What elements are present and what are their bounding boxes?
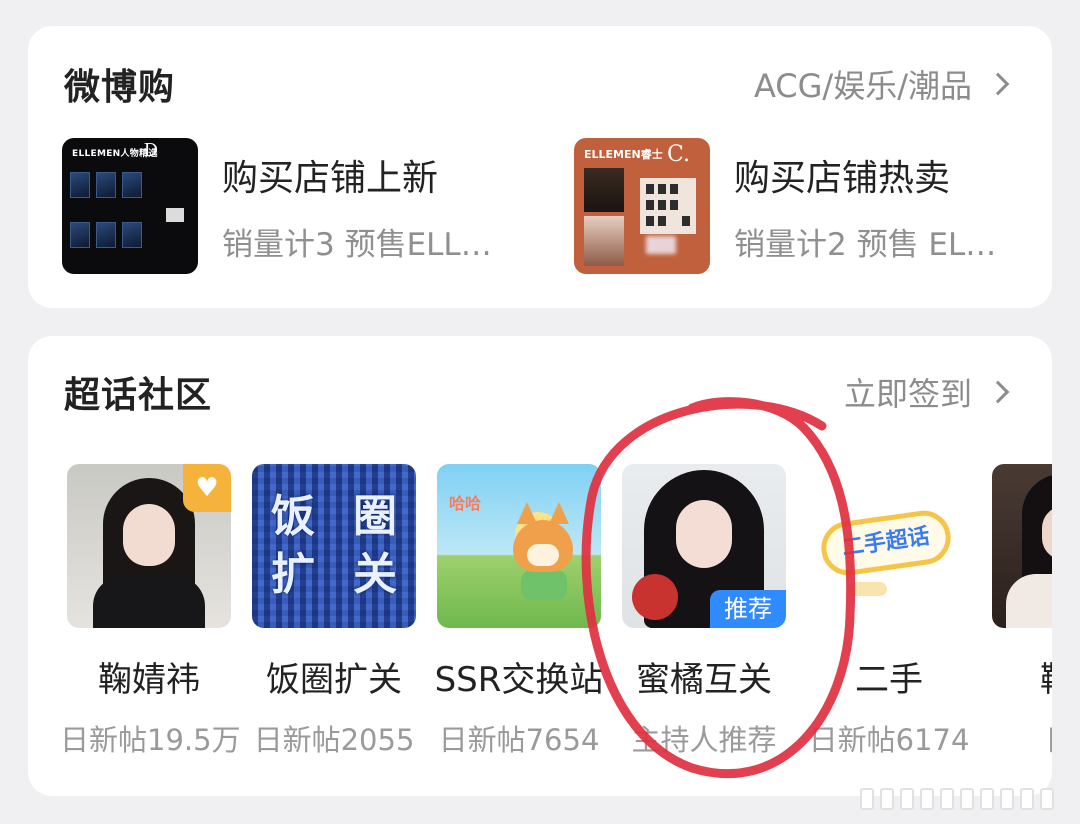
shop-item-subtitle: 销量计3 预售ELL… (222, 226, 492, 263)
weibo-shop-card: 微博购 ACG/娱乐/潮品 ELLEMEN人物精选 D 购买店铺上新 销量计3 … (28, 26, 1052, 308)
shop-item-title: 购买店铺上新 (222, 157, 439, 199)
super-topic-title: 超话社区 (64, 375, 213, 416)
chevron-right-icon (986, 72, 1010, 96)
cover-art-text: 哈哈 (449, 494, 482, 513)
check-in-link[interactable]: 立即签到 (844, 369, 1012, 415)
topic-name: 二手 (855, 660, 923, 700)
super-topic-card: 超话社区 立即签到 ♥ 鞠婧祎 日新帖19.5万 饭 圈 扩 关 饭圈扩关 日新… (28, 336, 1052, 796)
topic-cover-image: 饭 圈 扩 关 (252, 464, 416, 628)
topic-daily-posts: 日新帖19.5万 (60, 723, 241, 757)
thumbnail-letter: C. (666, 142, 690, 167)
super-topic-header: 超话社区 立即签到 (64, 368, 1012, 416)
topic-cover-image: ♥ (67, 464, 231, 628)
super-topic-tile[interactable]: 饭 圈 扩 关 饭圈扩关 日新帖2055 (245, 464, 423, 759)
shop-item-subtitle: 销量计2 预售 EL… (734, 226, 997, 263)
topic-cover-image: 二手超话 (807, 464, 971, 628)
chevron-right-icon (986, 380, 1010, 404)
topic-name: 饭圈扩关 (266, 660, 402, 700)
super-topic-tile[interactable]: 推荐 蜜橘互关 主持人推荐 (615, 464, 793, 759)
weibo-shop-header: 微博购 ACG/娱乐/潮品 (64, 60, 1012, 108)
topic-name: SSR交换站 (434, 660, 604, 700)
topic-name: 鞠婧 (985, 652, 1052, 701)
super-topic-tile[interactable]: ♥ 鞠婧祎 日新帖19.5万 (60, 464, 241, 759)
topic-daily-posts: 日新帖2055 (253, 723, 415, 757)
super-topic-tile[interactable]: 哈哈 SSR交换站 日新帖7654 (430, 464, 608, 759)
cover-art-char: 关 (353, 549, 397, 600)
check-in-label: 立即签到 (843, 375, 972, 413)
super-topic-list[interactable]: ♥ 鞠婧祎 日新帖19.5万 饭 圈 扩 关 饭圈扩关 日新帖2055 哈哈 S… (60, 464, 1052, 764)
weibo-shop-title: 微博购 (64, 67, 176, 108)
shop-item-new[interactable]: ELLEMEN人物精选 D 购买店铺上新 销量计3 预售ELL… (62, 138, 512, 274)
cover-art-char: 饭 (271, 491, 315, 542)
weibo-shop-category-label: ACG/娱乐/潮品 (753, 67, 972, 105)
recommend-badge: 推荐 (710, 590, 786, 628)
heart-icon: ♥ (183, 464, 231, 512)
thumbnail-letter: D (143, 140, 158, 161)
thumbnail-brand: ELLEMEN睿士 (584, 148, 663, 161)
topic-daily-posts: 日新帖7654 (438, 723, 600, 757)
topic-daily-posts: 日新 (985, 717, 1052, 759)
super-topic-tile[interactable]: 鞠婧 日新 (985, 464, 1052, 759)
topic-cover-image: 推荐 (622, 464, 786, 628)
topic-name: 蜜橘互关 (636, 660, 772, 700)
product-thumbnail: ELLEMEN人物精选 D (62, 138, 198, 274)
topic-host-recommend: 主持人推荐 (631, 723, 777, 757)
cover-art-text: 二手超话 (840, 524, 932, 562)
product-thumbnail: ELLEMEN睿士 C. (574, 138, 710, 274)
shop-item-title: 购买店铺热卖 (734, 157, 951, 199)
weibo-shop-category-link[interactable]: ACG/娱乐/潮品 (754, 61, 1012, 107)
shop-item-hot[interactable]: ELLEMEN睿士 C. 购买店铺热卖 销量计2 预售 EL… (574, 138, 1024, 274)
cover-art-char: 扩 (271, 549, 315, 600)
cover-art-char: 圈 (353, 491, 397, 542)
topic-cover-image (992, 464, 1052, 628)
super-topic-tile[interactable]: 二手超话 二手 日新帖6174 (800, 464, 978, 759)
watermark (860, 788, 1054, 810)
topic-name: 鞠婧祎 (98, 660, 200, 700)
topic-daily-posts: 日新帖6174 (808, 723, 970, 757)
topic-cover-image: 哈哈 (437, 464, 601, 628)
